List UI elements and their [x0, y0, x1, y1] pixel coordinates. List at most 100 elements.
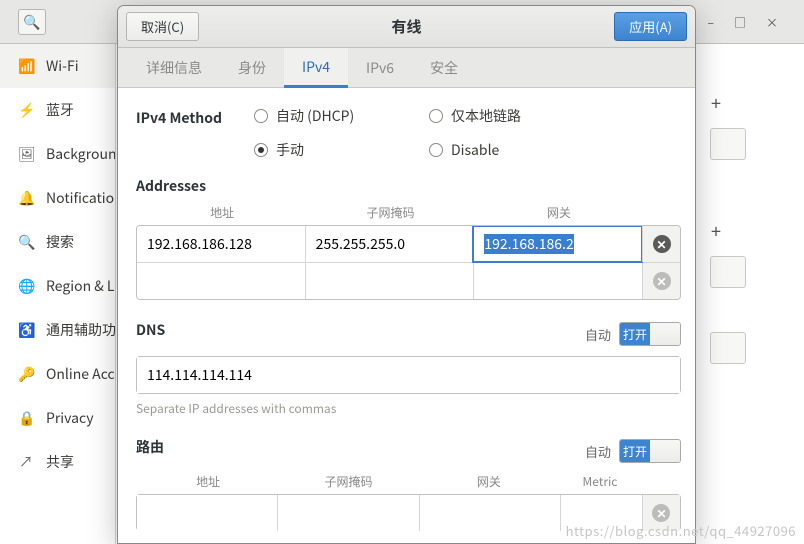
- route-table: ✕: [136, 494, 681, 531]
- col-metric: Metric: [559, 473, 641, 490]
- route-row: ✕: [137, 495, 680, 531]
- route-netmask-input[interactable]: [278, 495, 418, 531]
- radio-label: 自动 (DHCP): [276, 106, 354, 126]
- col-gateway: 网关: [475, 204, 643, 221]
- radio-label: 仅本地链路: [451, 106, 521, 126]
- cancel-button[interactable]: 取消(C): [126, 12, 199, 41]
- search-icon: 🔍: [23, 12, 40, 32]
- route-label: 路由: [136, 437, 164, 457]
- radio-icon: [429, 143, 443, 157]
- dialog-title: 有线: [118, 16, 695, 37]
- share-icon: ↗: [18, 452, 34, 472]
- sidebar-item-bluetooth[interactable]: ⚡蓝牙: [0, 88, 115, 132]
- address-row: ✕: [137, 262, 680, 299]
- address-input[interactable]: [137, 263, 305, 299]
- window-minimize-button[interactable]: –: [708, 14, 714, 31]
- addresses-table: ✕ ✕: [136, 225, 681, 300]
- radio-label: 手动: [276, 140, 304, 160]
- ipv4-method-label: IPv4 Method: [136, 106, 254, 128]
- connection-gear-button[interactable]: [710, 256, 746, 288]
- switch-on-label: 打开: [620, 440, 650, 462]
- bell-icon: 🔔: [18, 188, 34, 208]
- accessibility-icon: ♿: [18, 320, 34, 340]
- sidebar-item-label: 搜索: [46, 232, 74, 252]
- tab-ipv4[interactable]: IPv4: [284, 48, 348, 88]
- globe-icon: 🌐: [18, 276, 34, 296]
- sidebar-item-region[interactable]: 🌐 Region & Language: [0, 264, 115, 308]
- radio-dhcp[interactable]: 自动 (DHCP): [254, 106, 429, 126]
- col-netmask: 子网掩码: [278, 473, 418, 490]
- switch-on-label: 打开: [620, 323, 650, 345]
- window-close-button[interactable]: ×: [766, 14, 778, 31]
- delete-row-button[interactable]: ✕: [642, 495, 680, 531]
- radio-local[interactable]: 仅本地链路: [429, 106, 604, 126]
- sidebar-item-notifications[interactable]: 🔔Notifications: [0, 176, 115, 220]
- auto-label: 自动: [585, 325, 611, 344]
- close-icon: ✕: [653, 235, 671, 253]
- sidebar-item-label: Online Accounts: [46, 364, 115, 384]
- lock-icon: 🔒: [18, 408, 34, 428]
- radio-label: Disable: [451, 140, 499, 160]
- close-icon: ✕: [653, 272, 671, 290]
- add-connection-button[interactable]: +: [706, 90, 726, 110]
- dialog-tabs: 详细信息 身份 IPv4 IPv6 安全: [118, 48, 695, 88]
- dns-label: DNS: [136, 320, 165, 340]
- address-row: ✕: [137, 226, 680, 262]
- background-icon: 🖼: [18, 144, 34, 164]
- route-metric-input[interactable]: [561, 495, 642, 531]
- sidebar-item-accessibility[interactable]: ♿ 通用辅助功能: [0, 308, 115, 352]
- address-input[interactable]: [137, 226, 305, 262]
- sidebar-item-label: 通用辅助功能: [46, 320, 115, 340]
- dns-hint: Separate IP addresses with commas: [136, 400, 681, 417]
- route-auto-switch[interactable]: 打开: [619, 439, 681, 463]
- ipv4-panel: IPv4 Method 自动 (DHCP) 仅本地链路 手动 Disable A…: [118, 88, 695, 543]
- radio-manual[interactable]: 手动: [254, 140, 429, 160]
- add-connection-button[interactable]: +: [706, 218, 726, 238]
- gateway-input[interactable]: [474, 226, 642, 262]
- radio-disable[interactable]: Disable: [429, 140, 604, 160]
- bluetooth-icon: ⚡: [18, 100, 34, 120]
- gateway-input[interactable]: [474, 263, 642, 299]
- sidebar-item-privacy[interactable]: 🔒 Privacy: [0, 396, 115, 440]
- dns-input[interactable]: [137, 357, 680, 393]
- sidebar-item-wifi[interactable]: 📶 Wi-Fi: [0, 44, 115, 88]
- sidebar-item-search[interactable]: 🔍 搜索: [0, 220, 115, 264]
- window-maximize-button[interactable]: □: [734, 14, 746, 31]
- delete-row-button[interactable]: ✕: [642, 263, 680, 299]
- apply-button[interactable]: 应用(A): [614, 12, 687, 41]
- sidebar-item-label: Wi-Fi: [46, 56, 79, 76]
- addresses-label: Addresses: [136, 176, 681, 196]
- radio-icon: [429, 109, 443, 123]
- dns-auto-switch[interactable]: 打开: [619, 322, 681, 346]
- radio-icon: [254, 109, 268, 123]
- settings-sidebar: 📶 Wi-Fi ⚡蓝牙 🖼 Background 🔔Notifications 🔍 搜…: [0, 44, 116, 544]
- key-icon: 🔑: [18, 364, 34, 384]
- route-address-input[interactable]: [137, 495, 277, 531]
- search-icon: 🔍: [18, 232, 34, 252]
- tab-details[interactable]: 详细信息: [128, 48, 220, 87]
- route-gateway-input[interactable]: [420, 495, 560, 531]
- switch-knob: [650, 323, 680, 345]
- col-address: 地址: [138, 204, 306, 221]
- sidebar-item-online-accounts[interactable]: 🔑 Online Accounts: [0, 352, 115, 396]
- netmask-input[interactable]: [306, 263, 474, 299]
- col-gateway: 网关: [419, 473, 559, 490]
- sidebar-item-label: Background: [46, 144, 115, 164]
- sidebar-item-sharing[interactable]: ↗共享: [0, 440, 115, 484]
- col-netmask: 子网掩码: [306, 204, 474, 221]
- tab-identity[interactable]: 身份: [220, 48, 284, 87]
- close-icon: ✕: [652, 504, 670, 522]
- settings-search-button[interactable]: 🔍: [18, 9, 46, 35]
- connection-gear-button[interactable]: [710, 128, 746, 160]
- sidebar-item-background[interactable]: 🖼 Background: [0, 132, 115, 176]
- switch-knob: [650, 440, 680, 462]
- tab-security[interactable]: 安全: [412, 48, 476, 87]
- tab-ipv6[interactable]: IPv6: [348, 48, 412, 87]
- dialog-header: 取消(C) 有线 应用(A): [118, 6, 695, 48]
- wifi-icon: 📶: [18, 56, 34, 76]
- netmask-input[interactable]: [306, 226, 474, 262]
- sidebar-item-label: Region & Language: [46, 276, 115, 296]
- sidebar-item-label: Privacy: [46, 408, 94, 428]
- delete-row-button[interactable]: ✕: [642, 226, 680, 262]
- connection-gear-button[interactable]: [710, 332, 746, 364]
